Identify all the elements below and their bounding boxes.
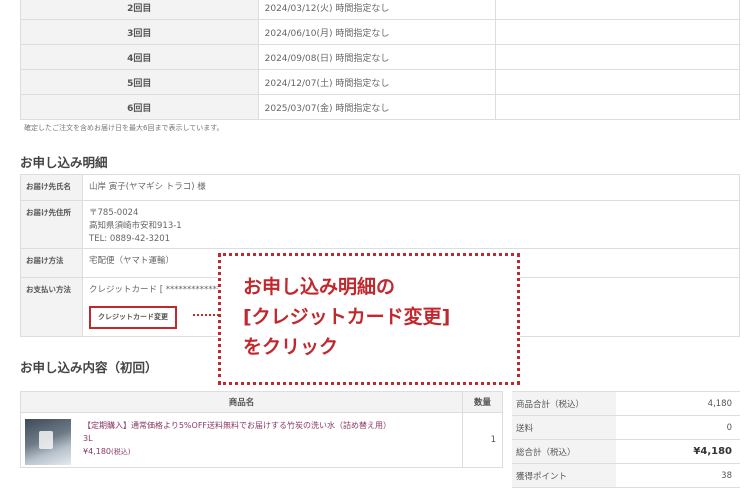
schedule-row: 5回目 2024/12/07(土) 時間指定なし: [20, 69, 740, 95]
products-table: 商品名 数量 【定期購入】通常価格より5%OFF送料無料でお届けする竹炭の洗い水…: [19, 391, 503, 468]
change-credit-card-button[interactable]: クレジットカード変更: [89, 306, 177, 329]
instruction-callout: お申し込み明細の [クレジットカード変更] をクリック: [218, 253, 520, 385]
callout-leader-line: [193, 314, 219, 316]
round-label: 3回目: [20, 19, 259, 45]
grand-total-value: ¥4,180: [616, 439, 740, 464]
callout-line-1: お申し込み明細の: [243, 276, 396, 298]
schedule-note: 確定したご注文を含めお届け日を最大6回まで表示しています。: [24, 124, 224, 132]
product-size: 3L: [83, 434, 93, 443]
recipient-row: お届け先氏名 山岸 寅子(ヤマギシ トラコ) 様: [21, 175, 739, 201]
summary-row: 送料 0: [512, 415, 740, 440]
product-name-header: 商品名: [19, 391, 464, 413]
summary-row: 獲得ポイント 38: [512, 463, 740, 488]
schedule-row: 3回目 2024/06/10(月) 時間指定なし: [20, 19, 740, 45]
round-label: 5回目: [20, 69, 259, 95]
empty-cell: [495, 0, 740, 20]
empty-cell: [495, 19, 740, 45]
table-row: 【定期購入】通常価格より5%OFF送料無料でお届けする竹炭の洗い水（詰め替え用）…: [19, 412, 503, 468]
subtotal-value: 4,180: [616, 391, 740, 416]
product-name-link[interactable]: 【定期購入】通常価格より5%OFF送料無料でお届けする竹炭の洗い水（詰め替え用）: [83, 419, 391, 432]
recipient-value: 山岸 寅子(ヤマギシ トラコ) 様: [89, 182, 206, 192]
round-label: 2回目: [20, 0, 259, 20]
grand-total-label: 総合計（税込）: [512, 439, 616, 464]
delivery-date: 2024/09/08(日) 時間指定なし: [257, 44, 497, 70]
delivery-date: 2024/03/12(火) 時間指定なし: [257, 0, 497, 20]
subtotal-label: 商品合計（税込）: [512, 391, 616, 416]
callout-line-3: をクリック: [243, 336, 339, 358]
delivery-date: 2024/06/10(月) 時間指定なし: [257, 19, 497, 45]
delivery-date: 2024/12/07(土) 時間指定なし: [257, 69, 497, 95]
points-label: 獲得ポイント: [512, 463, 616, 488]
round-label: 4回目: [20, 44, 259, 70]
round-label: 6回目: [20, 94, 259, 120]
empty-cell: [495, 94, 740, 120]
empty-cell: [495, 44, 740, 70]
product-price-line: ¥4,180(税込): [83, 445, 391, 459]
schedule-row: 4回目 2024/09/08(日) 時間指定なし: [20, 44, 740, 70]
points-value: 38: [616, 463, 740, 488]
details-heading: お申し込み明細: [20, 155, 108, 170]
products-header-row: 商品名 数量: [19, 391, 503, 413]
shipping-label: 送料: [512, 415, 616, 440]
product-tax-note: (税込): [111, 448, 131, 456]
summary-row: 商品合計（税込） 4,180: [512, 391, 740, 416]
quantity-header: 数量: [462, 391, 503, 413]
callout-line-2: [クレジットカード変更]: [243, 306, 451, 328]
schedule-row: 6回目 2025/03/07(金) 時間指定なし: [20, 94, 740, 120]
address-label: お届け先住所: [21, 201, 83, 248]
contents-heading: お申し込み内容（初回）: [20, 360, 158, 375]
product-thumbnail[interactable]: [25, 419, 71, 465]
order-summary-table: 商品合計（税込） 4,180 送料 0 総合計（税込） ¥4,180 獲得ポイン…: [512, 391, 740, 488]
postal-code: 〒785-0024: [89, 208, 139, 218]
phone-number: TEL: 0889-42-3201: [89, 234, 171, 244]
shipping-value: 0: [616, 415, 740, 440]
product-price: ¥4,180: [83, 447, 111, 456]
product-quantity: 1: [462, 412, 503, 468]
delivery-method-label: お届け方法: [21, 249, 83, 277]
delivery-schedule-table: 2回目 2024/03/12(火) 時間指定なし 3回目 2024/06/10(…: [20, 0, 740, 120]
address-text: 高知県須崎市安和913-1: [89, 221, 182, 231]
delivery-date: 2025/03/07(金) 時間指定なし: [257, 94, 497, 120]
recipient-label: お届け先氏名: [21, 175, 83, 200]
summary-row: 総合計（税込） ¥4,180: [512, 439, 740, 464]
address-row: お届け先住所 〒785-0024 高知県須崎市安和913-1 TEL: 0889…: [21, 201, 739, 249]
product-cell: 【定期購入】通常価格より5%OFF送料無料でお届けする竹炭の洗い水（詰め替え用）…: [19, 412, 464, 468]
address-value: 〒785-0024 高知県須崎市安和913-1 TEL: 0889-42-320…: [83, 201, 739, 248]
payment-method-label: お支払い方法: [21, 278, 83, 336]
empty-cell: [495, 69, 740, 95]
schedule-row: 2回目 2024/03/12(火) 時間指定なし: [20, 0, 740, 20]
